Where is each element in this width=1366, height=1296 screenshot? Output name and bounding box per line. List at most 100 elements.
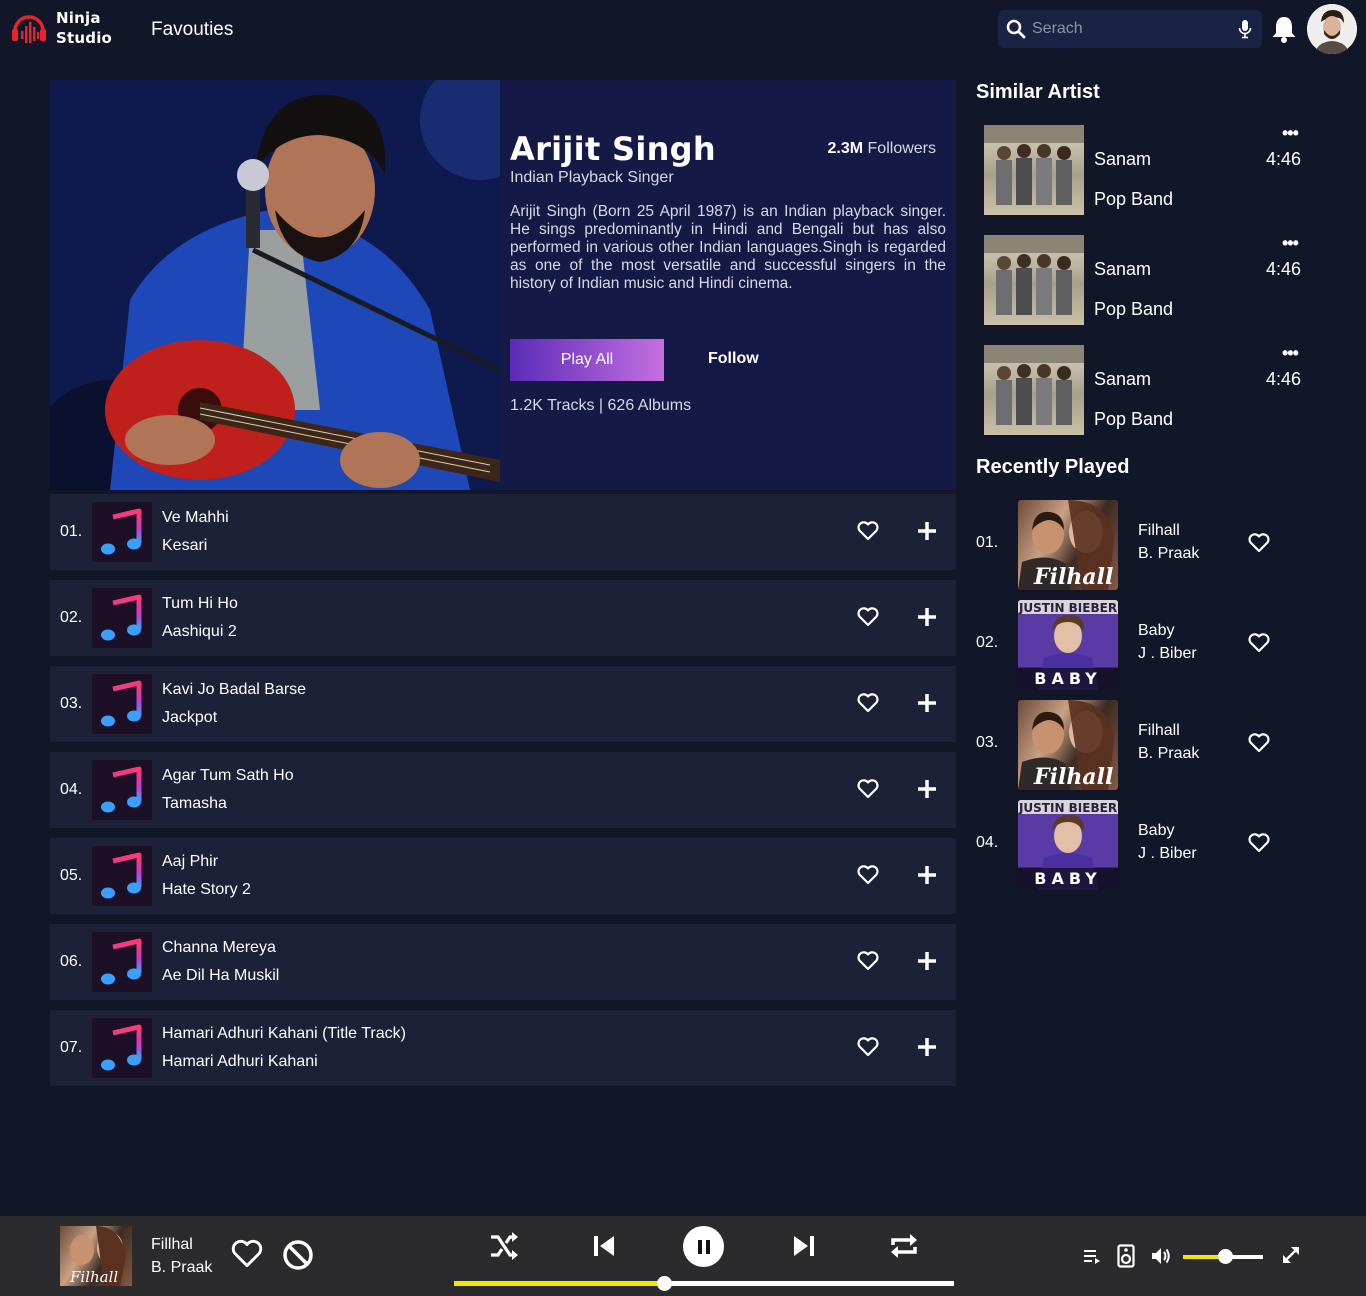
track-title: Hamari Adhuri Kahani (Title Track) — [162, 1025, 406, 1042]
pause-button[interactable] — [683, 1226, 724, 1267]
more-options-icon[interactable]: ••• — [1282, 234, 1299, 252]
volume-slider[interactable] — [1183, 1249, 1263, 1264]
similar-artist-genre: Pop Band — [1094, 189, 1174, 209]
headphones-icon — [12, 15, 46, 43]
speaker-device-icon[interactable] — [1117, 1244, 1135, 1268]
add-icon[interactable] — [917, 521, 937, 541]
cover-text: Filhall — [1033, 764, 1113, 790]
cover-text: BABY — [1034, 669, 1101, 688]
artist-subtitle: Indian Playback Singer — [510, 169, 674, 186]
similar-artist-item[interactable]: ••• Sanam 4:46 Pop Band — [984, 234, 1304, 325]
add-icon[interactable] — [917, 693, 937, 713]
recent-artist: J . Biber — [1138, 845, 1197, 862]
heart-icon[interactable] — [857, 1037, 879, 1057]
music-note-icon — [101, 508, 142, 555]
logo-line-1: Ninja — [56, 9, 101, 27]
similar-artist-duration: 4:46 — [1266, 369, 1302, 389]
add-icon[interactable] — [917, 779, 937, 799]
artist-hero: Arijit Singh Indian Playback Singer 2.3M… — [50, 80, 956, 490]
track-row[interactable]: 01. Ve Mahhi Kesari — [50, 494, 956, 570]
track-row[interactable]: 04. Agar Tum Sath Ho Tamasha — [50, 752, 956, 828]
music-note-icon — [101, 766, 142, 813]
shuffle-icon[interactable] — [488, 1230, 520, 1262]
progress-bar[interactable] — [454, 1276, 954, 1291]
add-icon[interactable] — [917, 1037, 937, 1057]
similar-artist-image — [984, 235, 1084, 325]
artist-stats: 1.2K Tracks | 626 Albums — [510, 397, 692, 414]
similar-artist-item[interactable]: ••• Sanam 4:46 Pop Band — [984, 124, 1304, 215]
track-thumbnail — [92, 502, 152, 562]
heart-icon[interactable] — [1248, 533, 1270, 553]
logo-text: Ninja Studio — [56, 8, 112, 48]
recent-cover: JUSTIN BIEBER BABY — [1018, 800, 1118, 890]
heart-icon[interactable] — [1248, 633, 1270, 653]
similar-artist-genre: Pop Band — [1094, 409, 1174, 429]
heart-icon[interactable] — [1248, 733, 1270, 753]
queue-icon[interactable] — [1083, 1247, 1101, 1265]
previous-track-icon[interactable] — [591, 1230, 617, 1262]
track-thumbnail — [92, 1018, 152, 1078]
track-title: Kavi Jo Badal Barse — [162, 681, 307, 698]
heart-icon[interactable] — [857, 865, 879, 885]
track-title: Ve Mahhi — [162, 509, 229, 526]
track-row[interactable]: 05. Aaj Phir Hate Story 2 — [50, 838, 956, 914]
repeat-icon[interactable] — [888, 1230, 920, 1262]
artist-info: Arijit Singh Indian Playback Singer 2.3M… — [510, 80, 946, 490]
notification-bell-icon[interactable] — [1270, 14, 1298, 44]
recent-item[interactable]: 04. JUSTIN BIEBER BABY Baby J . Biber — [976, 800, 1276, 890]
search-icon[interactable] — [1006, 19, 1026, 39]
track-list: 01. Ve Mahhi Kesari 02. Tum Hi Ho Aashiq… — [50, 494, 956, 1096]
track-row[interactable]: 02. Tum Hi Ho Aashiqui 2 — [50, 580, 956, 656]
artist-name: Arijit Singh — [510, 130, 716, 168]
search-input[interactable] — [1032, 20, 1222, 38]
heart-icon[interactable] — [1248, 833, 1270, 853]
recent-artist: J . Biber — [1138, 645, 1197, 662]
heart-icon[interactable] — [857, 951, 879, 971]
play-all-button[interactable]: Play All — [510, 339, 664, 381]
track-row[interactable]: 03. Kavi Jo Badal Barse Jackpot — [50, 666, 956, 742]
app-logo[interactable]: Ninja Studio — [10, 8, 112, 48]
fullscreen-icon[interactable] — [1281, 1245, 1301, 1265]
track-row[interactable]: 07. Hamari Adhuri Kahani (Title Track) H… — [50, 1010, 956, 1086]
logo-line-2: Studio — [56, 29, 113, 47]
followers-number: 2.3M — [827, 140, 864, 157]
more-options-icon[interactable]: ••• — [1282, 344, 1299, 362]
add-icon[interactable] — [917, 951, 937, 971]
track-album: Hate Story 2 — [162, 881, 251, 898]
heart-icon[interactable] — [231, 1239, 263, 1269]
add-icon[interactable] — [917, 607, 937, 627]
recent-cover: Filhall — [1018, 700, 1118, 790]
now-playing-cover: Filhall — [60, 1226, 132, 1286]
band-photo — [984, 345, 1084, 425]
track-album: Jackpot — [162, 709, 218, 726]
track-number: 05. — [60, 867, 83, 884]
heart-icon[interactable] — [857, 607, 879, 627]
user-avatar[interactable] — [1307, 4, 1357, 54]
more-options-icon[interactable]: ••• — [1282, 124, 1299, 142]
recent-item[interactable]: 02. JUSTIN BIEBER BABY Baby J . Biber — [976, 600, 1276, 690]
volume-icon[interactable] — [1150, 1246, 1172, 1266]
similar-artist-name: Sanam — [1094, 369, 1152, 389]
track-title: Aaj Phir — [162, 853, 219, 870]
heart-icon[interactable] — [857, 779, 879, 799]
next-track-icon[interactable] — [791, 1230, 817, 1262]
heart-icon[interactable] — [857, 521, 879, 541]
recent-item[interactable]: 03. Filhall Filhall B. Praak — [976, 700, 1276, 790]
recent-artist: B. Praak — [1138, 545, 1200, 562]
heart-icon[interactable] — [857, 693, 879, 713]
block-icon[interactable] — [282, 1239, 314, 1271]
add-icon[interactable] — [917, 865, 937, 885]
progress-handle[interactable] — [657, 1276, 672, 1291]
nav-favourites-link[interactable]: Favouties — [151, 19, 233, 41]
similar-artist-duration: 4:46 — [1266, 259, 1302, 279]
similar-artist-item[interactable]: ••• Sanam 4:46 Pop Band — [984, 344, 1304, 435]
volume-handle[interactable] — [1217, 1249, 1233, 1264]
recent-artist: B. Praak — [1138, 745, 1200, 762]
track-row[interactable]: 06. Channa Mereya Ae Dil Ha Muskil — [50, 924, 956, 1000]
similar-artist-image — [984, 345, 1084, 435]
recent-item[interactable]: 01. Filhall Filhall B. Praak — [976, 500, 1276, 590]
follow-button[interactable]: Follow — [708, 350, 759, 368]
music-note-icon — [101, 938, 142, 985]
microphone-icon[interactable] — [1238, 19, 1252, 39]
music-note-icon — [101, 680, 142, 727]
